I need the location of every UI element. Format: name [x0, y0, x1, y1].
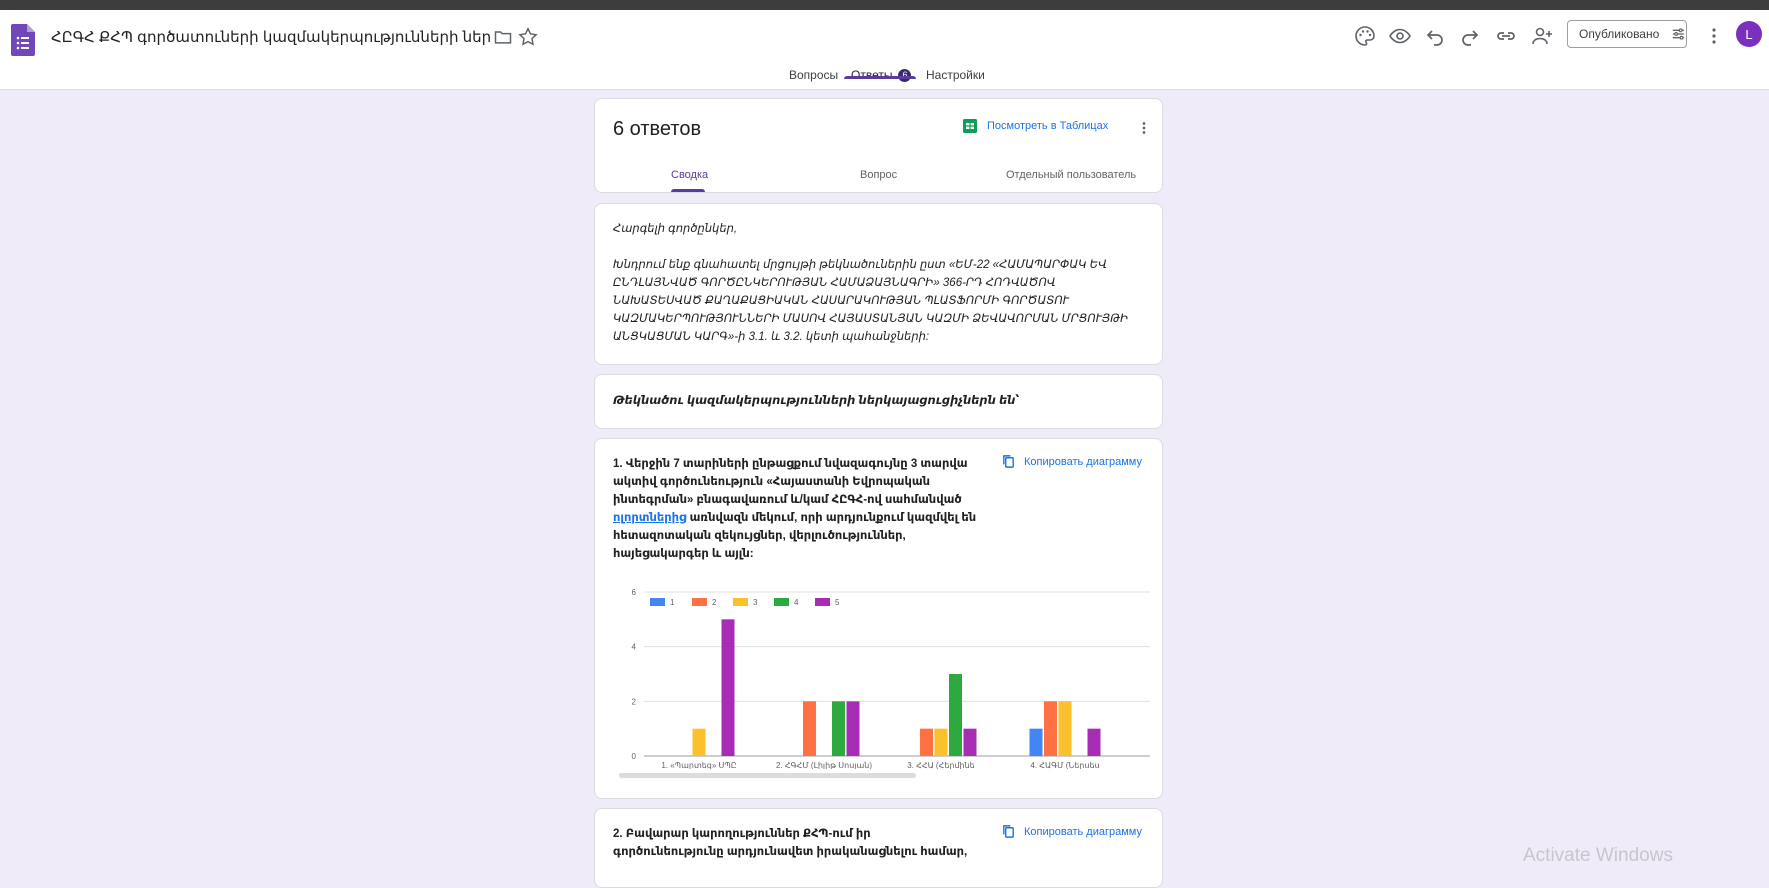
- preview-eye-icon[interactable]: [1388, 24, 1412, 48]
- legend-swatch: [692, 598, 707, 606]
- palette-icon[interactable]: [1353, 24, 1377, 48]
- tune-settings-icon: [1673, 28, 1685, 40]
- question-2-text: 2. Բավարար կարողություններ ՔՀՊ-ում իր գո…: [613, 828, 968, 858]
- google-forms-logo-icon[interactable]: [11, 24, 35, 56]
- question-2-card: 2. Բավարար կարողություններ ՔՀՊ-ում իր գո…: [594, 808, 1163, 888]
- folder-icon[interactable]: [493, 27, 513, 47]
- tab-questions[interactable]: Вопросы: [789, 68, 838, 82]
- copy-chart-label-2: Копировать диаграмму: [1024, 825, 1142, 838]
- google-sheets-icon: [963, 119, 977, 133]
- tab-settings[interactable]: Настройки: [926, 68, 985, 82]
- document-title[interactable]: ՀԸԳՀ ՔՀՊ գործատուների կազմակերպություննե…: [51, 28, 491, 46]
- legend-label: 2: [712, 598, 717, 607]
- bar: [963, 728, 977, 756]
- question-1-card: 1. Վերջին 7 տարիների ընթացքում նվազագույ…: [594, 438, 1163, 799]
- legend-swatch: [774, 598, 789, 606]
- x-tick-label: 2. ՀԳՀՄ (Լիլիթ Սոսյան): [776, 761, 872, 769]
- main-tabs: Вопросы Ответы 6 Настройки: [0, 68, 1769, 90]
- responses-more-icon[interactable]: [1135, 119, 1153, 137]
- active-subtab-indicator: [671, 189, 705, 192]
- question-1-link[interactable]: ոլորտներից: [613, 512, 686, 524]
- bar: [1029, 728, 1043, 756]
- section-title: Թեկնածու կազմակերպությունների ներկայացու…: [613, 395, 1020, 407]
- y-tick-label: 0: [632, 752, 637, 761]
- question-1-bar-chart: 02461. «Պարտեզ» ՍՊԸ(Նարե Սարգսյան)2. ՀԳՀ…: [632, 588, 1150, 769]
- bar: [1058, 701, 1072, 756]
- bar: [832, 701, 845, 756]
- legend-label: 4: [794, 598, 799, 607]
- section-header-card: Թեկնածու կազմակերպությունների ներկայացու…: [594, 374, 1163, 429]
- form-description-card: Հարգելի գործընկեր, Խնդրում ենք գնահատել …: [594, 203, 1163, 365]
- description-body: Խնդրում ենք գնահատել մրցույթի թեկնածունե…: [613, 259, 1129, 343]
- bar: [1087, 728, 1101, 756]
- more-options-icon[interactable]: [1702, 24, 1726, 48]
- published-label: Опубликовано: [1579, 27, 1660, 41]
- x-tick-label: 3. ՀՀԱ (Հերմինե: [907, 761, 975, 769]
- browser-top-strip: [0, 0, 1769, 10]
- bar: [692, 728, 706, 756]
- redo-icon[interactable]: [1458, 24, 1482, 48]
- subtab-individual[interactable]: Отдельный пользователь: [1006, 169, 1136, 181]
- add-collaborator-icon[interactable]: [1530, 24, 1554, 48]
- bar: [803, 701, 816, 756]
- x-tick-label: 4. ՀԱԳՄ (Ներսես: [1030, 761, 1099, 769]
- chart-horizontal-scrollbar[interactable]: [619, 773, 916, 778]
- active-tab-indicator: [844, 76, 916, 79]
- legend-label: 5: [835, 598, 840, 607]
- legend-swatch: [650, 598, 665, 606]
- responses-count-title: 6 ответов: [613, 118, 702, 140]
- bar: [846, 701, 860, 756]
- y-tick-label: 4: [632, 643, 637, 652]
- question-1-text: 1. Վերջին 7 տարիների ընթացքում նվազագույ…: [613, 455, 983, 563]
- y-tick-label: 6: [632, 588, 637, 597]
- bar: [949, 674, 962, 756]
- legend-swatch: [733, 598, 748, 606]
- subtab-summary[interactable]: Сводка: [671, 169, 708, 181]
- undo-icon[interactable]: [1423, 24, 1447, 48]
- question-1-text-part1: 1. Վերջին 7 տարիների ընթացքում նվազագույ…: [613, 458, 968, 506]
- star-icon[interactable]: [517, 26, 539, 48]
- copy-icon: [1003, 455, 1014, 468]
- link-icon[interactable]: [1494, 24, 1518, 48]
- view-in-sheets-link[interactable]: Посмотреть в Таблицах: [963, 119, 1108, 133]
- legend-label: 1: [670, 598, 675, 607]
- view-in-sheets-label: Посмотреть в Таблицах: [987, 120, 1109, 132]
- responses-summary-card: 6 ответов Посмотреть в Таблицах Сводка В…: [594, 98, 1163, 193]
- y-tick-label: 2: [632, 697, 637, 706]
- copy-chart-button[interactable]: Копировать диаграмму: [1001, 454, 1142, 469]
- legend-swatch: [815, 598, 830, 606]
- copy-chart-label: Копировать диаграмму: [1024, 455, 1142, 468]
- x-tick-label: 1. «Պարտեզ» ՍՊԸ: [661, 761, 736, 769]
- copy-chart-button-2[interactable]: Копировать диаграмму: [1001, 824, 1142, 839]
- subtab-question[interactable]: Вопрос: [860, 169, 897, 181]
- bar: [920, 728, 933, 756]
- bar: [721, 619, 735, 756]
- published-button[interactable]: Опубликовано: [1567, 20, 1687, 48]
- form-description: Հարգելի գործընկեր, Խնդրում ենք գնահատել …: [613, 220, 1143, 364]
- windows-activation-watermark: Activate Windows: [1523, 845, 1673, 866]
- tab-responses[interactable]: Ответы 6: [851, 68, 912, 82]
- bar: [934, 728, 948, 756]
- copy-icon: [1003, 825, 1014, 838]
- account-avatar[interactable]: L: [1736, 21, 1762, 47]
- tab-responses-label: Ответы: [851, 68, 893, 82]
- bar: [1044, 701, 1057, 756]
- legend-label: 3: [753, 598, 758, 607]
- description-greeting: Հարգելի գործընկեր,: [613, 223, 738, 235]
